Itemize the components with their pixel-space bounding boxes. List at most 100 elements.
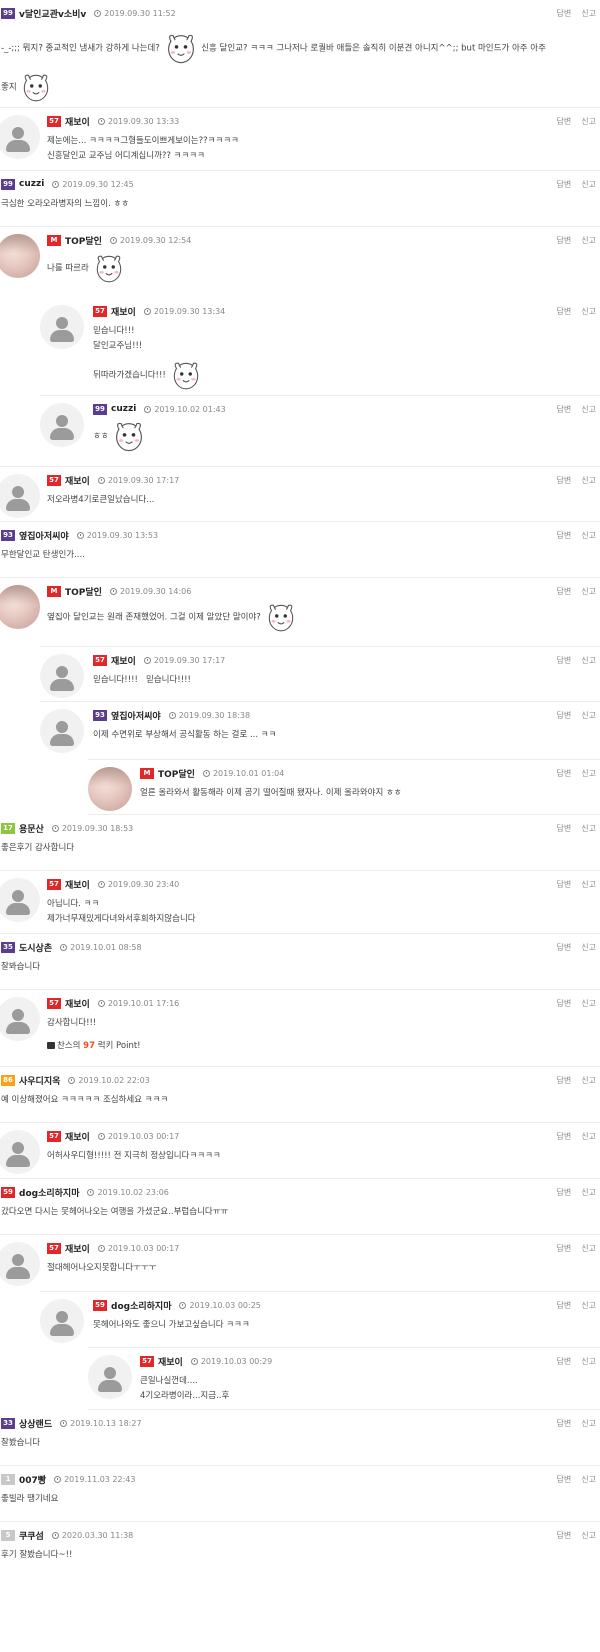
comment-text: 예 이상해졌어요 ㅋㅋㅋㅋㅋ 조심하세요 ㅋㅋㅋ (1, 1095, 169, 1105)
nickname[interactable]: TOP달인 (158, 767, 195, 780)
nickname[interactable]: 쿠쿠섬 (19, 1529, 44, 1542)
nickname[interactable]: 재보이 (65, 1130, 90, 1143)
comment-text: 나를 따르라 (47, 251, 600, 285)
report-button[interactable]: 신고 (581, 530, 596, 541)
nickname[interactable]: 재보이 (111, 654, 136, 667)
comment-actions: 답변 신고 (557, 655, 596, 666)
report-button[interactable]: 신고 (581, 1418, 596, 1429)
nickname[interactable]: TOP달인 (65, 234, 102, 247)
comment-header: 59 dog소리하지마 2019.10.03 00:25 (93, 1298, 600, 1312)
nickname[interactable]: TOP달인 (65, 585, 102, 598)
nickname[interactable]: 재보이 (65, 878, 90, 891)
nickname[interactable]: 재보이 (65, 1242, 90, 1255)
reply-button[interactable]: 답변 (557, 710, 572, 721)
avatar (0, 997, 40, 1041)
comment-text: 믿습니다!!! 달인교주님!!! (93, 326, 143, 351)
nickname[interactable]: 옆집아저씨야 (111, 709, 161, 722)
reply-button[interactable]: 답변 (557, 1243, 572, 1254)
report-button[interactable]: 신고 (581, 655, 596, 666)
nickname[interactable]: dog소리하지마 (19, 1186, 79, 1199)
reply-button[interactable]: 답변 (557, 1418, 572, 1429)
comment-date: 2019.09.30 13:53 (76, 531, 158, 540)
comment-actions: 답변 신고 (557, 404, 596, 415)
report-button[interactable]: 신고 (581, 1131, 596, 1142)
reply-button[interactable]: 답변 (557, 1474, 572, 1485)
nickname[interactable]: 재보이 (65, 115, 90, 128)
nickname[interactable]: 재보이 (158, 1355, 183, 1368)
nickname[interactable]: 재보이 (111, 305, 136, 318)
report-button[interactable]: 신고 (581, 179, 596, 190)
reply-button[interactable]: 답변 (557, 879, 572, 890)
report-button[interactable]: 신고 (581, 1243, 596, 1254)
nickname[interactable]: 도시상촌 (19, 941, 52, 954)
report-button[interactable]: 신고 (581, 1356, 596, 1367)
reply-button[interactable]: 답변 (557, 8, 572, 19)
reply-button[interactable]: 답변 (557, 475, 572, 486)
reply-button[interactable]: 답변 (557, 1131, 572, 1142)
comment-date: 2019.09.30 18:53 (51, 824, 133, 833)
nickname[interactable]: 상상랜드 (19, 1417, 52, 1430)
reply-button[interactable]: 답변 (557, 823, 572, 834)
report-button[interactable]: 신고 (581, 1300, 596, 1311)
reply-button[interactable]: 답변 (557, 530, 572, 541)
report-button[interactable]: 신고 (581, 1474, 596, 1485)
nickname[interactable]: 사우디지옥 (19, 1074, 60, 1087)
nickname[interactable]: 용문산 (19, 822, 44, 835)
reply-button[interactable]: 답변 (557, 1530, 572, 1541)
report-button[interactable]: 신고 (581, 1075, 596, 1086)
report-button[interactable]: 신고 (581, 768, 596, 779)
report-button[interactable]: 신고 (581, 942, 596, 953)
clock-icon (168, 711, 176, 719)
nickname[interactable]: 옆집아저씨야 (19, 529, 69, 542)
reply-button[interactable]: 답변 (557, 1187, 572, 1198)
level-badge: 5 (1, 1529, 15, 1541)
report-button[interactable]: 신고 (581, 586, 596, 597)
reply-button[interactable]: 답변 (557, 1356, 572, 1367)
reply-button[interactable]: 답변 (557, 306, 572, 317)
comment-actions: 답변 신고 (557, 879, 596, 890)
reply-button[interactable]: 답변 (557, 1300, 572, 1311)
reply-button[interactable]: 답변 (557, 404, 572, 415)
reply-button[interactable]: 답변 (557, 586, 572, 597)
level-badge: 57 (93, 305, 107, 317)
nickname[interactable]: dog소리하지마 (111, 1299, 171, 1312)
reply-button[interactable]: 답변 (557, 116, 572, 127)
report-button[interactable]: 신고 (581, 879, 596, 890)
comment-text: 후기 잘봤습니다~!! (1, 1550, 73, 1560)
comment-text: 믿습니다!!!! 믿습니다!!!! (93, 675, 191, 685)
reply-button[interactable]: 답변 (557, 235, 572, 246)
nickname[interactable]: cuzzi (19, 179, 44, 189)
report-button[interactable]: 신고 (581, 235, 596, 246)
reply-button[interactable]: 답변 (557, 179, 572, 190)
reply-button[interactable]: 답변 (557, 655, 572, 666)
reply-button[interactable]: 답변 (557, 942, 572, 953)
report-button[interactable]: 신고 (581, 8, 596, 19)
report-button[interactable]: 신고 (581, 1530, 596, 1541)
report-button[interactable]: 신고 (581, 823, 596, 834)
report-button[interactable]: 신고 (581, 306, 596, 317)
report-button[interactable]: 신고 (581, 116, 596, 127)
clock-icon (109, 236, 117, 244)
report-button[interactable]: 신고 (581, 998, 596, 1009)
comment-item: 57 재보이 2019.09.30 17:17 답변 신고 믿습니다!!!! 믿습… (40, 646, 600, 702)
report-button[interactable]: 신고 (581, 475, 596, 486)
nickname[interactable]: v달인교관v소비v (19, 7, 86, 20)
reply-button[interactable]: 답변 (557, 1075, 572, 1086)
report-button[interactable]: 신고 (581, 1187, 596, 1198)
nickname[interactable]: cuzzi (111, 404, 136, 414)
comment-actions: 답변 신고 (557, 1300, 596, 1311)
avatar (88, 767, 132, 811)
comment-list: 99 v달인교관v소비v 2019.09.30 11:52 답변 신고 -_-;;… (0, 0, 600, 1652)
comment-date: 2019.09.30 12:45 (52, 180, 134, 189)
nickname[interactable]: 재보이 (65, 474, 90, 487)
reply-button[interactable]: 답변 (557, 768, 572, 779)
nickname[interactable]: 재보이 (65, 997, 90, 1010)
comment-actions: 답변 신고 (557, 942, 596, 953)
comment-header: 57 재보이 2019.09.30 13:33 (47, 114, 600, 128)
reply-button[interactable]: 답변 (557, 998, 572, 1009)
report-button[interactable]: 신고 (581, 710, 596, 721)
clock-icon (76, 531, 84, 539)
report-button[interactable]: 신고 (581, 404, 596, 415)
avatar (0, 1242, 40, 1286)
nickname[interactable]: 007빵 (19, 1473, 46, 1486)
